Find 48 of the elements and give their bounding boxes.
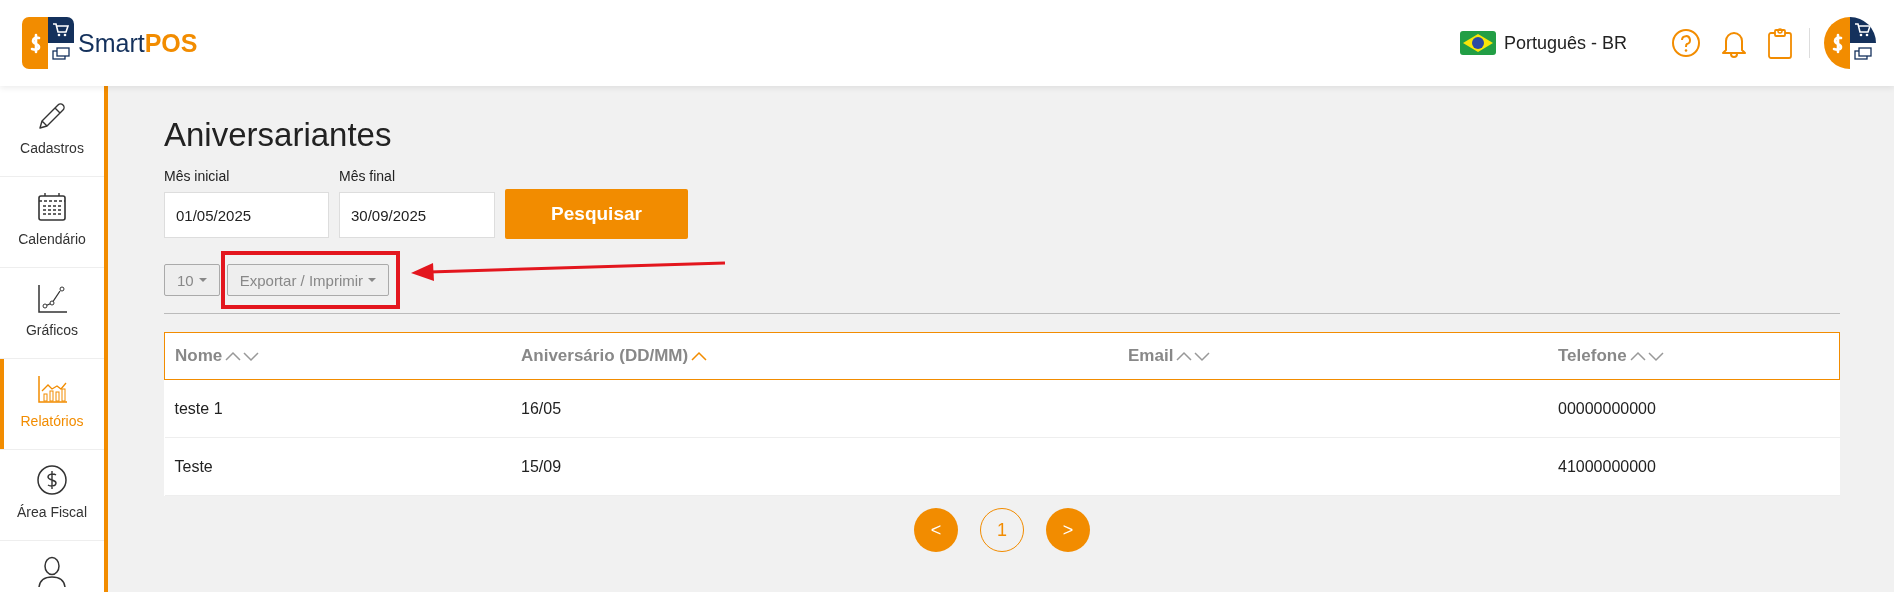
table-cell: 16/05 bbox=[521, 399, 562, 417]
sort-up-icon[interactable] bbox=[690, 350, 709, 362]
column-header[interactable]: Aniversário (DD/MM) bbox=[521, 346, 689, 366]
next-page-button[interactable]: > bbox=[1046, 508, 1090, 552]
table-cell: Teste bbox=[174, 457, 213, 475]
sort-up-icon[interactable] bbox=[1628, 350, 1647, 362]
sort-up-icon[interactable] bbox=[1175, 350, 1194, 362]
clipboard-icon[interactable] bbox=[1767, 27, 1793, 59]
flag-icon bbox=[1459, 31, 1496, 55]
sort-up-icon[interactable] bbox=[224, 350, 243, 362]
help-icon[interactable] bbox=[1671, 28, 1701, 58]
table-cell: teste 1 bbox=[174, 399, 223, 417]
language-label: Português - BR bbox=[1503, 32, 1627, 54]
caret-icon bbox=[198, 278, 207, 282]
logo-icon bbox=[22, 17, 74, 69]
pencil-icon bbox=[36, 100, 68, 132]
line-chart-icon bbox=[36, 282, 68, 314]
field-label: Mês inicial bbox=[164, 168, 231, 184]
user-icon bbox=[36, 555, 68, 587]
column-header[interactable]: Nome bbox=[175, 346, 223, 366]
page-size-dropdown[interactable]: 10 bbox=[164, 264, 220, 296]
table-cell: 41000000000 bbox=[1558, 457, 1656, 475]
column-header[interactable]: Email bbox=[1128, 346, 1174, 366]
table-cell: 15/09 bbox=[521, 457, 562, 475]
sidebar-item[interactable]: Cadastros bbox=[0, 86, 104, 177]
export-dropdown[interactable]: Exportar / Imprimir bbox=[226, 264, 390, 296]
table-cell: 00000000000 bbox=[1558, 399, 1656, 417]
dollar-icon bbox=[36, 464, 68, 496]
date-field[interactable]: 30/09/2025 bbox=[339, 192, 495, 238]
brand-name: SmartPOS bbox=[78, 28, 198, 58]
sidebar-item[interactable]: Gráficos bbox=[0, 268, 104, 359]
sort-down-icon[interactable] bbox=[1646, 350, 1665, 362]
sidebar-item[interactable]: Relatórios bbox=[0, 359, 104, 450]
column-header[interactable]: Telefone bbox=[1558, 346, 1627, 366]
language-selector[interactable]: Português - BR bbox=[1459, 31, 1627, 55]
search-button[interactable]: Pesquisar bbox=[505, 189, 688, 239]
sidebar-item[interactable]: Área Fiscal bbox=[0, 450, 104, 541]
sidebar-item[interactable]: Calendário bbox=[0, 177, 104, 268]
previous-page-button[interactable]: < bbox=[914, 508, 958, 552]
date-field[interactable]: 01/05/2025 bbox=[164, 192, 329, 238]
page-title: Aniversariantes bbox=[164, 116, 393, 154]
sort-down-icon[interactable] bbox=[1193, 350, 1212, 362]
caret-icon bbox=[368, 278, 377, 282]
field-label: Mês final bbox=[339, 168, 397, 184]
bar-chart-icon bbox=[36, 373, 68, 405]
sort-down-icon[interactable] bbox=[242, 350, 261, 362]
calendar-icon bbox=[36, 191, 68, 223]
avatar-icon[interactable] bbox=[1824, 17, 1876, 69]
